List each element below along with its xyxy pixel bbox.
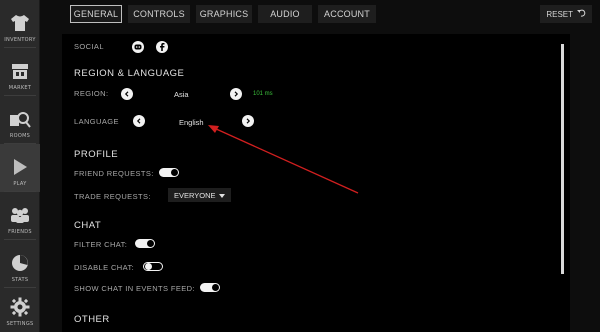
language-next-button[interactable] — [242, 115, 254, 127]
friend-requests-label: FRIEND REQUESTS: — [74, 169, 154, 178]
ping-value: 101 ms — [253, 91, 273, 97]
reset-button[interactable]: RESET — [540, 5, 592, 23]
rooms-icon — [9, 109, 31, 129]
friend-requests-toggle[interactable] — [159, 168, 179, 177]
other-heading: OTHER — [74, 314, 110, 325]
trade-requests-label: TRADE REQUESTS: — [74, 192, 151, 201]
sidebar-item-label: SETTINGS — [6, 321, 34, 327]
trade-requests-dropdown[interactable]: EVERYONE — [168, 188, 231, 202]
language-label: LANGUAGE — [74, 117, 119, 126]
region-next-button[interactable] — [230, 88, 242, 100]
disable-chat-label: DISABLE CHAT: — [74, 263, 135, 272]
language-value: English — [179, 118, 204, 127]
sidebar-item-market[interactable]: MARKET — [0, 48, 40, 96]
market-icon — [9, 61, 31, 81]
reset-label: RESET — [546, 9, 573, 19]
region-label: REGION: — [74, 89, 109, 98]
sidebar-item-label: ROOMS — [9, 133, 31, 139]
sidebar-item-label: PLAY — [13, 181, 27, 187]
stats-icon — [9, 253, 31, 273]
friends-icon — [9, 205, 31, 225]
profile-heading: PROFILE — [74, 149, 119, 160]
sidebar-item-label: FRIENDS — [8, 229, 32, 235]
tab-account[interactable]: ACCOUNT — [318, 5, 376, 23]
sidebar-item-label: INVENTORY — [4, 37, 36, 43]
tab-controls[interactable]: CONTROLS — [128, 5, 190, 23]
sidebar-item-friends[interactable]: FRIENDS — [0, 192, 40, 240]
sidebar-item-label: STATS — [11, 277, 29, 283]
tab-audio[interactable]: AUDIO — [258, 5, 312, 23]
sidebar: INVENTORY MARKET ROOMS PLAY FRIENDS STAT — [0, 0, 40, 332]
sidebar-item-settings[interactable]: SETTINGS — [0, 284, 40, 332]
region-prev-button[interactable] — [121, 88, 133, 100]
sidebar-item-stats[interactable]: STATS — [0, 240, 40, 288]
show-chat-events-label: SHOW CHAT IN EVENTS FEED: — [74, 284, 195, 293]
sidebar-item-rooms[interactable]: ROOMS — [0, 96, 40, 144]
shirt-icon — [9, 13, 31, 33]
discord-icon[interactable] — [132, 41, 144, 53]
filter-chat-label: FILTER CHAT: — [74, 240, 128, 249]
settings-tab-bar: GENERAL CONTROLS GRAPHICS AUDIO ACCOUNT … — [40, 0, 600, 30]
show-chat-events-toggle[interactable] — [200, 283, 220, 292]
scrollbar[interactable] — [561, 44, 564, 274]
region-value: Asia — [174, 90, 189, 99]
filter-chat-toggle[interactable] — [135, 239, 155, 248]
region-language-heading: REGION & LANGUAGE — [74, 68, 185, 79]
tab-graphics[interactable]: GRAPHICS — [196, 5, 252, 23]
social-label: SOCIAL — [74, 42, 104, 51]
trade-requests-value: EVERYONE — [174, 190, 216, 200]
facebook-icon[interactable] — [156, 41, 168, 53]
tab-general[interactable]: GENERAL — [70, 5, 122, 23]
disable-chat-toggle[interactable] — [143, 262, 163, 271]
gear-icon — [9, 297, 31, 317]
sidebar-item-inventory[interactable]: INVENTORY — [0, 0, 40, 48]
play-icon — [9, 157, 31, 177]
sidebar-item-play[interactable]: PLAY — [0, 144, 40, 192]
dropdown-arrow-icon — [218, 191, 225, 200]
language-prev-button[interactable] — [133, 115, 145, 127]
undo-icon — [577, 9, 586, 19]
sidebar-item-label: MARKET — [8, 85, 32, 91]
settings-panel: SOCIAL REGION & LANGUAGE REGION: Asia 10… — [62, 34, 570, 332]
chat-heading: CHAT — [74, 220, 102, 231]
